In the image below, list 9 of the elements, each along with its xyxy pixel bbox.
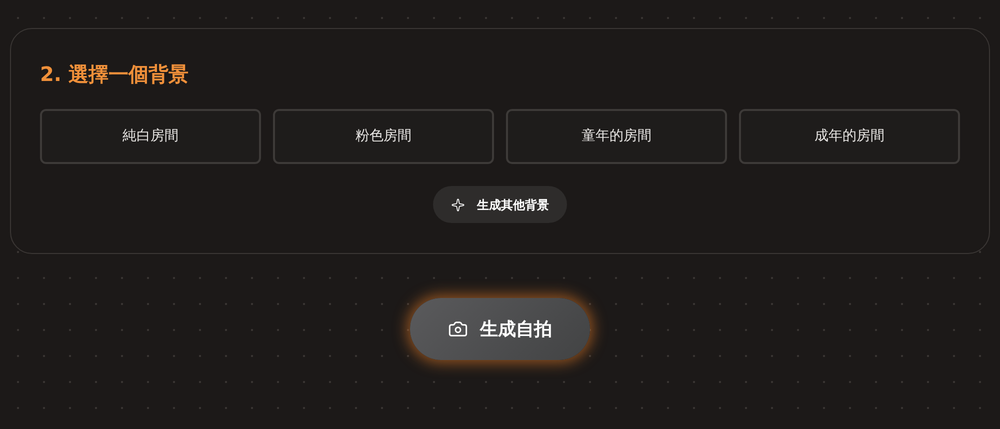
background-option[interactable]: 粉色房間 [273,109,494,164]
background-option[interactable]: 童年的房間 [506,109,727,164]
generate-selfie-button[interactable]: 生成自拍 [410,298,590,360]
background-option[interactable]: 成年的房間 [739,109,960,164]
generate-more-button[interactable]: 生成其他背景 [433,186,567,223]
sparkle-icon [451,198,465,212]
background-option[interactable]: 純白房間 [40,109,261,164]
section-title: 2. 選擇一個背景 [40,61,190,88]
camera-icon [448,319,468,339]
